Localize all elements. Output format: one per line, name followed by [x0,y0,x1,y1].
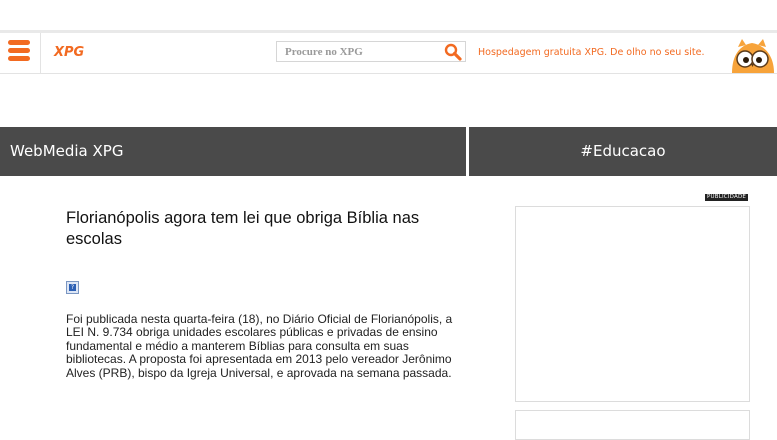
top-navigation-bar: XPG Hospedagem gratuita XPG. De olho no … [0,33,777,74]
image-placeholder-mark: ? [69,284,76,291]
broken-image-icon: ? [66,281,79,294]
webmedia-section-header: WebMedia XPG [0,127,466,176]
advertisement-label: PUBLICIDADE [705,194,749,201]
education-section-title[interactable]: #Educacao [580,142,665,160]
hamburger-menu-icon[interactable] [8,40,30,64]
article-body: Foi publicada nesta quarta-feira (18), n… [66,312,453,380]
nav-divider [40,33,41,73]
xpg-logo[interactable]: XPG [54,45,84,60]
owl-mascot-icon[interactable] [728,37,777,73]
search-input[interactable] [277,42,445,62]
education-section-header: #Educacao [469,127,777,176]
hosting-promo-link[interactable]: Hospedagem gratuita XPG. De olho no seu … [478,47,704,58]
webmedia-section-title[interactable]: WebMedia XPG [0,142,123,160]
search-icon[interactable] [444,43,462,61]
search-box [276,41,466,62]
advertisement-box-secondary[interactable] [515,410,750,440]
article-title[interactable]: Florianópolis agora tem lei que obriga B… [66,208,466,250]
advertisement-box[interactable] [515,206,750,402]
